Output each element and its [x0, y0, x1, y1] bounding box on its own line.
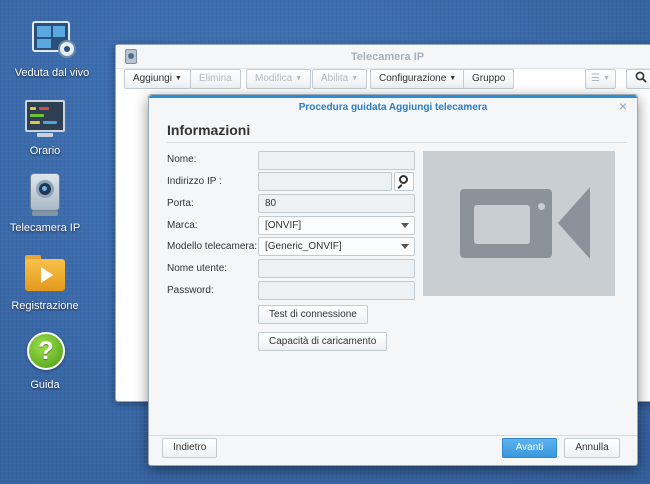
- window-titlebar: Telecamera IP: [116, 45, 650, 69]
- desktop-icon-help[interactable]: ? Guida: [0, 330, 90, 391]
- brand-select-value: [ONVIF]: [265, 220, 302, 231]
- camera-preview-placeholder: [423, 151, 615, 296]
- desktop-icon-live-view[interactable]: Veduta dal vivo: [7, 18, 97, 79]
- desktop-icon-timeline[interactable]: Orario: [0, 96, 90, 157]
- next-button[interactable]: Avanti: [502, 438, 557, 458]
- window-title: Telecamera IP: [350, 51, 425, 63]
- port-label: Porta:: [167, 198, 194, 209]
- name-label: Nome:: [167, 154, 197, 165]
- cancel-button[interactable]: Annulla: [564, 438, 620, 458]
- wizard-footer: Indietro Avanti Annulla: [149, 434, 637, 465]
- section-heading: Informazioni: [167, 122, 251, 138]
- video-camera-icon: [460, 189, 552, 258]
- desktop-icon-label: Telecamera IP: [9, 222, 81, 234]
- live-view-icon: [30, 18, 76, 62]
- ip-address-label: Indirizzo IP :: [167, 176, 222, 187]
- close-icon[interactable]: ×: [619, 98, 627, 114]
- brand-select[interactable]: [ONVIF]: [258, 216, 415, 235]
- ip-search-button[interactable]: [394, 172, 414, 191]
- toolbar-search-button[interactable]: [626, 69, 650, 89]
- wizard-accent-bar: [149, 95, 637, 98]
- desktop-icon-ip-camera[interactable]: Telecamera IP: [0, 173, 90, 234]
- desktop-icon-label: Registrazione: [11, 300, 79, 312]
- ip-address-input[interactable]: [258, 172, 392, 191]
- test-connection-button[interactable]: Test di connessione: [258, 305, 368, 324]
- password-label: Password:: [167, 285, 214, 296]
- username-input[interactable]: [258, 259, 415, 278]
- enable-button[interactable]: Abilita ▼: [312, 69, 368, 89]
- search-icon: [635, 71, 647, 83]
- desktop-icon-label: Guida: [30, 379, 60, 391]
- help-icon: ?: [23, 330, 67, 374]
- port-input[interactable]: [258, 194, 415, 213]
- desktop-icon-label: Orario: [29, 145, 61, 157]
- wizard-title: Procedura guidata Aggiungi telecamera: [298, 102, 488, 113]
- password-input[interactable]: [258, 281, 415, 300]
- model-select[interactable]: [Generic_ONVIF]: [258, 237, 415, 256]
- chevron-down-icon: [401, 244, 409, 249]
- add-camera-wizard: Procedura guidata Aggiungi telecamera × …: [148, 94, 638, 466]
- edit-button[interactable]: Modifica ▼: [246, 69, 312, 89]
- model-label: Modello telecamera:: [167, 241, 258, 252]
- ip-camera-icon: [23, 173, 67, 217]
- username-label: Nome utente:: [167, 263, 228, 274]
- model-select-value: [Generic_ONVIF]: [265, 241, 342, 252]
- heading-divider: [167, 142, 627, 143]
- recording-folder-icon: [23, 251, 67, 295]
- name-input[interactable]: [258, 151, 415, 170]
- chevron-down-icon: [401, 223, 409, 228]
- group-button[interactable]: Gruppo: [463, 69, 515, 89]
- desktop-icon-recording[interactable]: Registrazione: [0, 251, 90, 312]
- configuration-button[interactable]: Configurazione ▼: [370, 69, 466, 89]
- delete-button[interactable]: Elimina: [190, 69, 241, 89]
- desktop-icon-label: Veduta dal vivo: [14, 67, 90, 79]
- view-toggle-button[interactable]: ☰ ▼: [585, 69, 616, 89]
- back-button[interactable]: Indietro: [162, 438, 218, 458]
- timeline-icon: [23, 96, 67, 140]
- brand-label: Marca:: [167, 220, 198, 231]
- load-capability-button[interactable]: Capacità di caricamento: [258, 332, 388, 351]
- add-button[interactable]: Aggiungi ▼: [124, 69, 191, 89]
